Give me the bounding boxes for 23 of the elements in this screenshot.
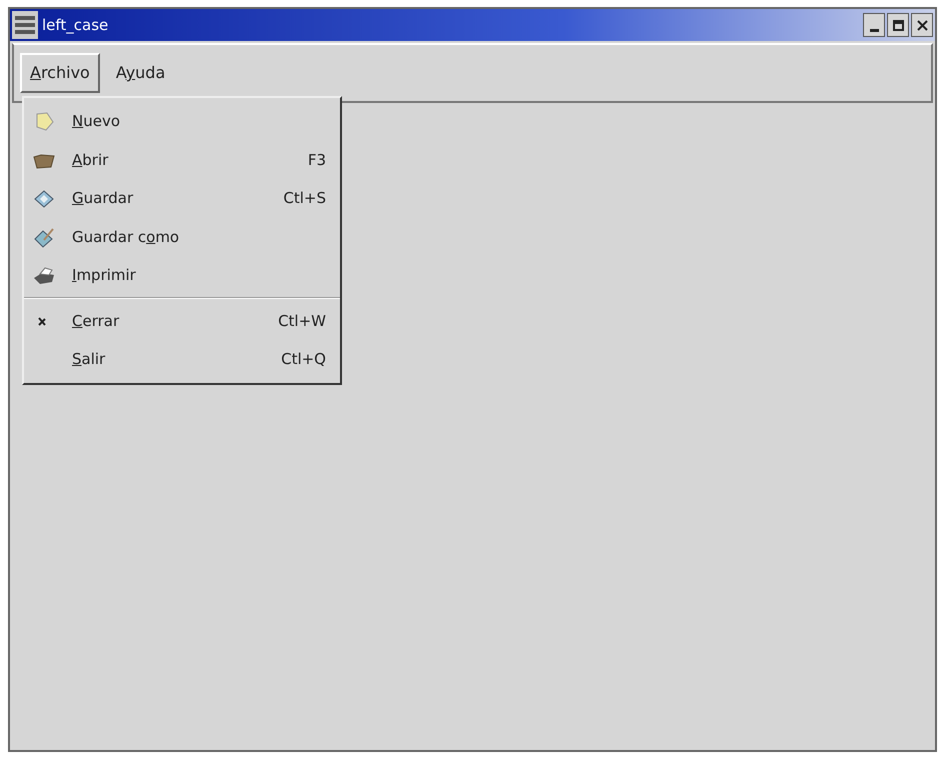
shortcut-label: Ctl+S (283, 188, 326, 209)
maximize-button[interactable] (887, 13, 909, 37)
menu-item[interactable]: Archivo (20, 53, 100, 93)
close-icon (38, 316, 46, 326)
shortcut-label: Ctl+Q (281, 349, 326, 370)
close-icon (916, 18, 928, 32)
menu-entry[interactable]: Imprimir (24, 256, 340, 294)
menu-item[interactable]: Ayuda (106, 53, 176, 93)
menu-entry[interactable]: Salir Ctl+Q (24, 340, 340, 378)
menu-entry[interactable]: Guardar como (24, 218, 340, 256)
menu-entry[interactable]: Cerrar Ctl+W (24, 302, 340, 340)
disk-pen-icon (32, 226, 56, 248)
minimize-button[interactable] (863, 13, 885, 37)
close-button[interactable] (911, 13, 933, 37)
window-title: left_case (42, 14, 108, 36)
minimize-icon (870, 28, 878, 32)
menu-icon[interactable] (12, 11, 38, 39)
shortcut-label: F3 (308, 150, 326, 170)
maximize-icon (892, 18, 904, 32)
menu-entry[interactable]: Guardar Ctl+S (24, 179, 340, 218)
menu-entry[interactable]: Abrir F3 (24, 140, 340, 179)
menu-entry[interactable]: Nuevo (24, 102, 340, 140)
shortcut-label: Ctl+W (278, 310, 326, 332)
